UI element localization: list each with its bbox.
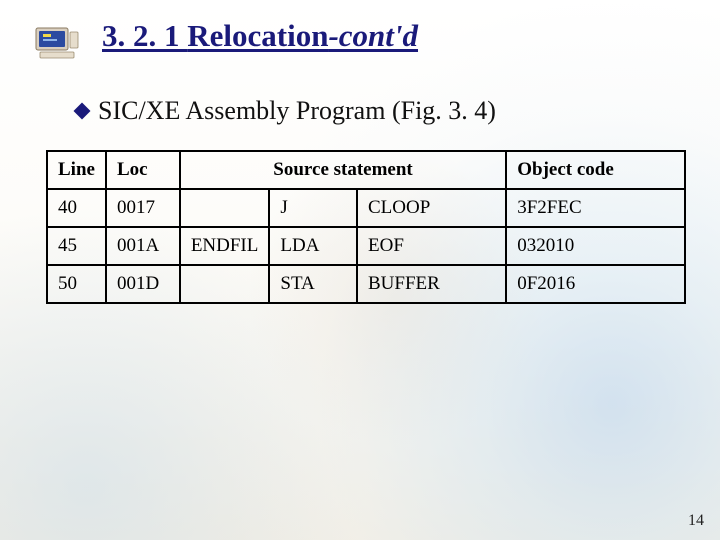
cell-arg: BUFFER (357, 265, 506, 303)
cell-obj: 032010 (506, 227, 685, 265)
cell-obj: 0F2016 (506, 265, 685, 303)
header: 3. 2. 1 Relocation-cont'd (34, 18, 686, 62)
diamond-bullet-icon (74, 103, 91, 120)
cell-line: 40 (47, 189, 106, 227)
computer-icon (34, 24, 80, 62)
cell-loc: 001D (106, 265, 180, 303)
bullet-text: SIC/XE Assembly Program (Fig. 3. 4) (98, 96, 496, 126)
title-contd: -cont'd (328, 18, 418, 53)
table-row: 40 0017 J CLOOP 3F2FEC (47, 189, 685, 227)
col-header-loc: Loc (106, 151, 180, 189)
assembly-table: Line Loc Source statement Object code 40… (46, 150, 686, 304)
cell-loc: 0017 (106, 189, 180, 227)
table-row: 45 001A ENDFIL LDA EOF 032010 (47, 227, 685, 265)
cell-op: J (269, 189, 357, 227)
cell-label: ENDFIL (180, 227, 270, 265)
cell-label (180, 189, 270, 227)
slide-title: 3. 2. 1 Relocation-cont'd (102, 18, 418, 54)
cell-line: 45 (47, 227, 106, 265)
cell-op: LDA (269, 227, 357, 265)
table-header-row: Line Loc Source statement Object code (47, 151, 685, 189)
cell-label (180, 265, 270, 303)
cell-obj: 3F2FEC (506, 189, 685, 227)
title-number: 3. 2. 1 (102, 18, 180, 53)
col-header-source: Source statement (180, 151, 506, 189)
bullet-main: SIC/XE Assembly Program (98, 96, 392, 125)
col-header-line: Line (47, 151, 106, 189)
table-row: 50 001D STA BUFFER 0F2016 (47, 265, 685, 303)
bullet-fig: (Fig. 3. 4) (392, 96, 496, 125)
bullet-item: SIC/XE Assembly Program (Fig. 3. 4) (76, 96, 686, 126)
title-word: Relocation (187, 18, 328, 53)
page-number: 14 (688, 512, 704, 530)
cell-op: STA (269, 265, 357, 303)
cell-line: 50 (47, 265, 106, 303)
cell-arg: CLOOP (357, 189, 506, 227)
cell-loc: 001A (106, 227, 180, 265)
slide: 3. 2. 1 Relocation-cont'd SIC/XE Assembl… (0, 0, 720, 540)
cell-arg: EOF (357, 227, 506, 265)
col-header-object: Object code (506, 151, 685, 189)
